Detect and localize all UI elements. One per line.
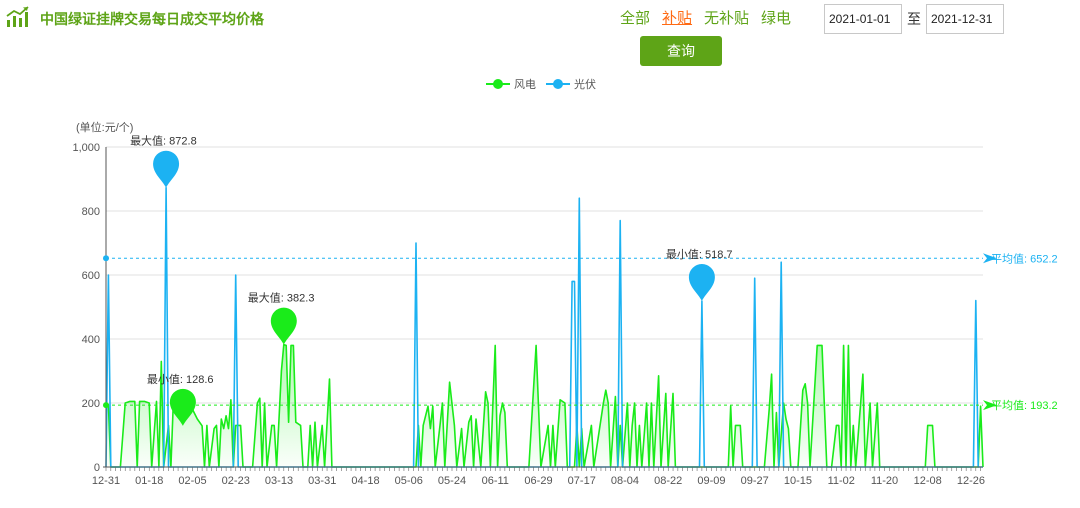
price-chart: 0 200 400 600 800 1,000 12-31 01-18 02-05 02-23 03…	[72, 120, 1058, 487]
x-tick-label: 11-02	[828, 475, 855, 487]
y-tick-label: 400	[82, 334, 100, 346]
x-tick-label: 09-09	[697, 475, 725, 487]
x-tick-label: 08-22	[654, 475, 682, 487]
x-tick-label: 06-29	[524, 475, 552, 487]
x-tick-label: 07-17	[568, 475, 596, 487]
min-value-label: 最小值: 518.7	[666, 248, 733, 261]
x-tick-label: 09-27	[741, 475, 769, 487]
y-tick-label: 1,000	[72, 142, 100, 154]
y-tick-label: 800	[82, 206, 100, 218]
min-value-pin	[688, 264, 715, 302]
pin-shape	[688, 264, 715, 302]
x-tick-label: 05-24	[438, 475, 466, 487]
x-tick-label: 02-23	[222, 475, 250, 487]
x-tick-label: 12-26	[957, 475, 985, 487]
average-label: 平均值: 652.2	[991, 252, 1058, 265]
x-tick-label: 11-20	[871, 475, 898, 487]
y-tick-label: 200	[82, 398, 100, 410]
y-tick-label: 0	[94, 462, 100, 474]
pin-shape	[153, 150, 180, 188]
average-label: 平均值: 193.2	[991, 399, 1058, 412]
x-tick-label: 10-15	[784, 475, 812, 487]
x-tick-label: 03-13	[265, 475, 293, 487]
max-value-pin	[153, 150, 180, 188]
x-tick-label: 02-05	[178, 475, 206, 487]
solar-series-line	[105, 186, 983, 468]
x-tick-label: 04-18	[351, 475, 379, 487]
series	[105, 186, 984, 468]
x-tick-label: 08-04	[611, 475, 639, 487]
x-tick-label: 12-31	[92, 475, 120, 487]
x-tick-label: 05-06	[395, 475, 423, 487]
max-value-label: 最大值: 382.3	[248, 291, 315, 305]
average-start-dot	[103, 402, 109, 409]
average-start-dot	[103, 255, 109, 262]
x-tick-label: 03-31	[308, 475, 336, 487]
y-tick-label: 600	[82, 270, 100, 282]
x-tick-label: 01-18	[135, 475, 163, 487]
max-value-label: 最大值: 872.8	[130, 134, 197, 148]
x-tick-label: 12-08	[914, 475, 942, 487]
y-axis-label: (单位:元/个)	[76, 120, 133, 134]
x-tick-label: 06-11	[482, 475, 509, 487]
min-value-label: 最小值: 128.6	[147, 373, 214, 386]
